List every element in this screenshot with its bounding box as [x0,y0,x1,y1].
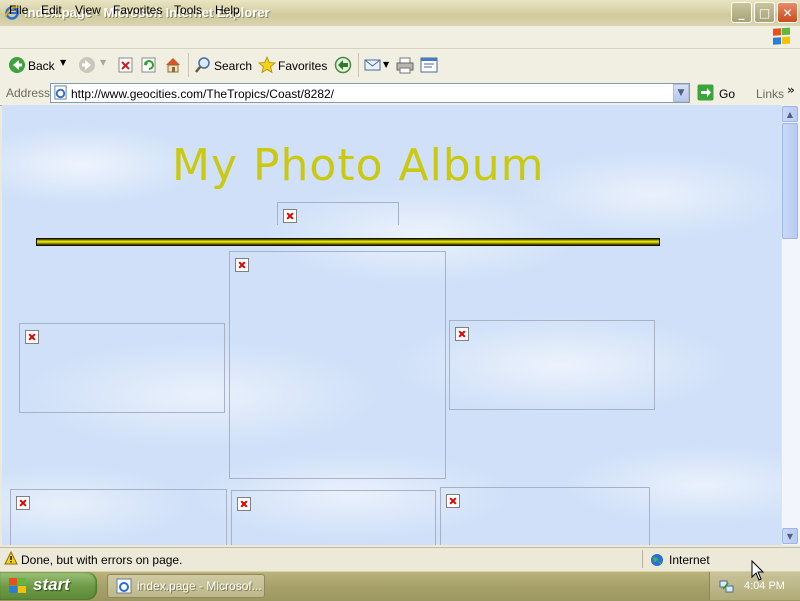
windows-logo-icon [773,27,790,45]
forward-dropdown-icon[interactable]: ▼ [100,58,106,67]
scroll-down-icon[interactable]: ▼ [782,528,798,544]
status-text: Done, but with errors on page. [21,553,183,567]
address-dropdown-icon[interactable]: ▼ [673,84,689,102]
start-label[interactable]: start [33,575,70,595]
mail-icon[interactable] [364,56,382,74]
broken-image-icon [283,209,297,223]
search-icon[interactable] [194,56,212,74]
broken-image[interactable] [449,320,655,410]
menu-favorites[interactable]: Favorites [113,3,162,17]
stop-icon[interactable] [117,56,135,74]
home-icon[interactable] [164,56,182,74]
favorites-star-icon[interactable] [258,56,276,74]
address-label: Address [6,86,51,100]
links-button[interactable]: Links [756,87,784,101]
page-title: My Photo Album [172,140,545,191]
divider-bar [36,238,660,246]
broken-image[interactable] [277,202,399,225]
internet-globe-icon [651,554,663,566]
refresh-icon[interactable] [140,56,158,74]
broken-image[interactable] [231,490,436,545]
menu-view[interactable]: View [75,3,101,17]
menu-edit[interactable]: Edit [41,3,62,17]
toolbar-separator [358,53,359,77]
security-zone-label: Internet [669,553,710,567]
toolbar-separator [188,53,189,77]
mail-dropdown-icon[interactable]: ▼ [383,60,389,69]
broken-image[interactable] [229,251,446,479]
status-divider [642,550,643,568]
go-arrow-icon[interactable] [697,84,714,101]
search-button[interactable]: Search [214,59,252,73]
warning-icon[interactable] [4,551,18,565]
forward-icon[interactable] [78,56,96,74]
back-button[interactable]: Back [28,59,55,73]
scrollbar-thumb[interactable] [782,123,798,239]
broken-image-icon [237,497,251,511]
menu-file[interactable]: File [9,3,28,17]
scroll-up-icon[interactable]: ▲ [782,106,798,122]
internet-explorer-icon [116,578,132,594]
network-icon[interactable] [719,578,735,594]
windows-logo-icon [9,578,26,593]
broken-image-icon [25,330,39,344]
close-button[interactable]: ✕ [777,2,798,23]
links-chevron-icon[interactable]: » [787,83,795,97]
mouse-cursor-icon [751,560,765,581]
broken-image-icon [235,258,249,272]
go-button[interactable]: Go [719,87,735,101]
menu-tools[interactable]: Tools [174,3,202,17]
broken-image[interactable] [10,489,227,545]
broken-image-icon [455,327,469,341]
broken-image-icon [446,494,460,508]
back-dropdown-icon[interactable]: ▼ [60,58,66,67]
back-icon[interactable] [8,56,26,74]
menu-bar [0,26,800,49]
edit-page-icon[interactable] [420,56,438,74]
maximize-button[interactable]: □ [754,2,775,23]
print-icon[interactable] [396,56,414,74]
broken-image[interactable] [19,323,225,413]
page-icon [54,85,67,100]
menu-help[interactable]: Help [215,3,240,17]
page-content[interactable]: My Photo Album [2,105,781,545]
broken-image-icon [16,496,30,510]
address-url[interactable]: http://www.geocities.com/TheTropics/Coas… [71,87,334,101]
favorites-button[interactable]: Favorites [278,59,327,73]
minimize-button[interactable]: _ [731,2,752,23]
broken-image[interactable] [440,487,650,545]
media-icon[interactable] [334,56,352,74]
taskbar-window-label[interactable]: index.page - Microsof... [137,579,262,593]
